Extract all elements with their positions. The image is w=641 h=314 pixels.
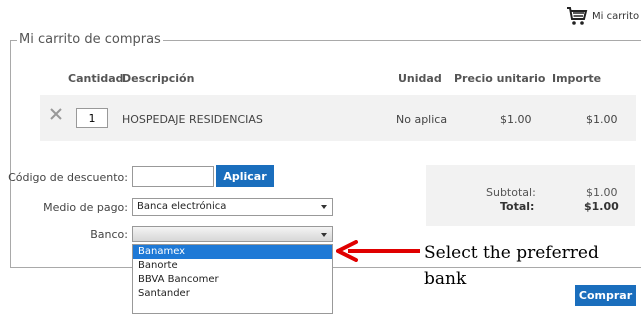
remove-item-icon[interactable] xyxy=(48,106,64,122)
bank-option-banamex[interactable]: Banamex xyxy=(133,245,332,259)
bank-option-bbva-bancomer[interactable]: BBVA Bancomer xyxy=(133,273,332,287)
bank-option-santander[interactable]: Santander xyxy=(133,287,332,301)
column-header-unit-price: Precio unitario xyxy=(454,72,546,85)
bank-dropdown-list: Banamex Banorte BBVA Bancomer Santander xyxy=(132,244,333,314)
bank-select[interactable] xyxy=(132,226,333,242)
column-header-unit: Unidad xyxy=(398,72,442,85)
subtotal-value: $1.00 xyxy=(586,186,618,199)
column-header-amount: Importe xyxy=(552,72,602,85)
annotation-line-1: Select the preferred xyxy=(424,243,599,263)
payment-method-label: Medio de pago: xyxy=(43,201,128,214)
payment-method-value: Banca electrónica xyxy=(137,201,227,212)
quantity-input[interactable] xyxy=(76,108,108,128)
total-value: $1.00 xyxy=(584,200,619,213)
discount-label: Código de descuento: xyxy=(8,171,128,184)
item-unit: No aplica xyxy=(396,113,448,126)
total-label: Total: xyxy=(500,200,535,213)
bank-option-banorte[interactable]: Banorte xyxy=(133,259,332,273)
item-description: HOSPEDAJE RESIDENCIAS xyxy=(122,113,263,126)
annotation-arrow-icon xyxy=(336,240,420,262)
shopping-cart-icon xyxy=(566,5,588,27)
section-legend: Mi carrito de compras xyxy=(17,32,163,47)
apply-discount-button[interactable]: Aplicar xyxy=(216,165,274,187)
item-unit-price: $1.00 xyxy=(500,113,532,126)
subtotal-label: Subtotal: xyxy=(486,186,536,199)
cart-link[interactable]: Mi carrito (1 xyxy=(566,4,641,28)
column-header-description: Descripción xyxy=(122,72,195,85)
item-amount: $1.00 xyxy=(586,113,618,126)
column-header-quantity: Cantidad xyxy=(68,72,124,85)
discount-code-input[interactable] xyxy=(132,166,214,187)
chevron-down-icon xyxy=(321,205,327,209)
payment-method-select[interactable]: Banca electrónica xyxy=(132,198,333,216)
bank-label: Banco: xyxy=(90,228,128,241)
buy-button[interactable]: Comprar xyxy=(575,285,636,306)
chevron-down-icon xyxy=(321,233,327,237)
cart-label: Mi carrito (1 xyxy=(592,10,641,22)
